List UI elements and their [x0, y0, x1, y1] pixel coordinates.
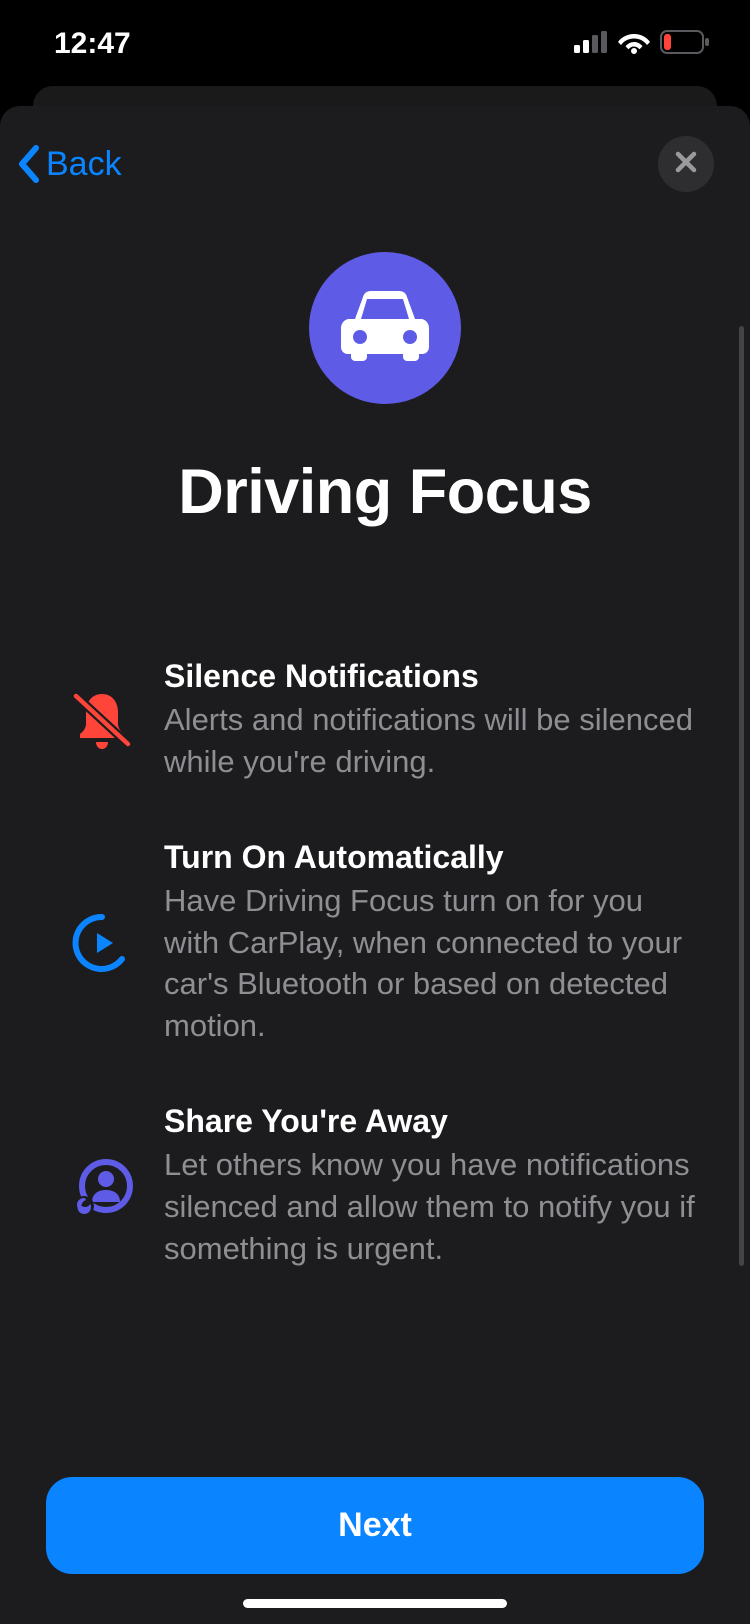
carplay-icon [70, 911, 134, 975]
feature-item: Share You're Away Let others know you ha… [70, 1103, 700, 1270]
wifi-icon [618, 30, 650, 59]
feature-title: Share You're Away [164, 1103, 700, 1140]
feature-text: Share You're Away Let others know you ha… [164, 1103, 700, 1270]
close-icon [674, 150, 698, 179]
cellular-icon [574, 31, 608, 58]
status-bar: 12:47 [0, 0, 750, 88]
battery-icon [660, 30, 710, 59]
status-time: 12:47 [54, 27, 131, 61]
sheet-header: Back [0, 106, 750, 202]
bell-slash-icon [70, 688, 134, 752]
feature-item: Silence Notifications Alerts and notific… [70, 658, 700, 783]
feature-title: Turn On Automatically [164, 839, 700, 876]
feature-text: Turn On Automatically Have Driving Focus… [164, 839, 700, 1047]
sheet-content[interactable]: Driving Focus Silence Notifications Aler… [0, 202, 750, 1447]
feature-list: Silence Notifications Alerts and notific… [70, 658, 700, 1270]
feature-desc: Let others know you have notifications s… [164, 1144, 700, 1270]
status-icons [574, 30, 710, 59]
feature-text: Silence Notifications Alerts and notific… [164, 658, 700, 783]
back-button[interactable]: Back [16, 144, 122, 184]
next-button[interactable]: Next [46, 1477, 704, 1574]
footer: Next [0, 1447, 750, 1624]
feature-desc: Have Driving Focus turn on for you with … [164, 880, 700, 1047]
feature-item: Turn On Automatically Have Driving Focus… [70, 839, 700, 1047]
feature-title: Silence Notifications [164, 658, 700, 695]
back-label: Back [46, 145, 122, 184]
share-status-icon [70, 1154, 134, 1218]
feature-desc: Alerts and notifications will be silence… [164, 699, 700, 783]
hero: Driving Focus [70, 202, 700, 528]
hero-icon-circle [309, 252, 461, 404]
close-button[interactable] [658, 136, 714, 192]
modal-sheet: Back Driving Focus [0, 106, 750, 1624]
chevron-left-icon [16, 144, 42, 184]
home-indicator[interactable] [243, 1599, 507, 1608]
page-title: Driving Focus [178, 456, 592, 528]
car-icon [341, 291, 429, 366]
scroll-indicator[interactable] [739, 326, 744, 1266]
